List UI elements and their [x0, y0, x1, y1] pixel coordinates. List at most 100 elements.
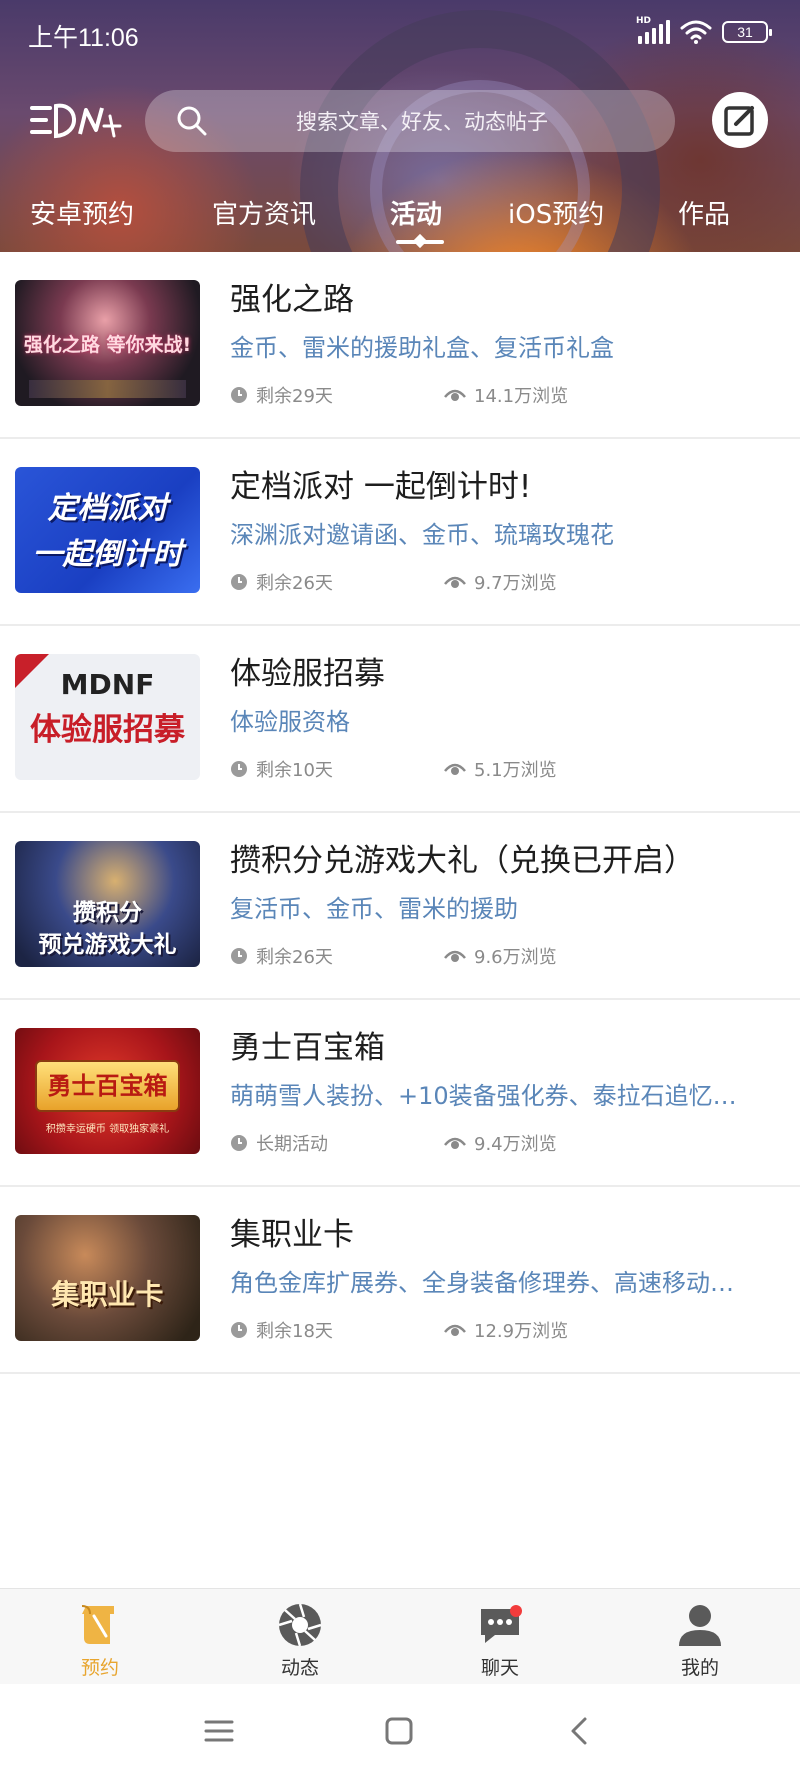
clock-icon — [231, 1135, 247, 1151]
tab-ios-reserve[interactable]: iOS预约 — [508, 194, 604, 231]
activity-rewards: 萌萌雪人装扮、+10装备强化券、泰拉石追忆… — [230, 1082, 737, 1110]
tab-activities[interactable]: 活动 — [390, 194, 442, 231]
clock-icon — [231, 574, 247, 590]
activity-list: 强化之路 等你来战! 强化之路 金币、雷米的援助礼盒、复活币礼盒 剩余29天 1… — [0, 252, 800, 1374]
activity-thumbnail: 强化之路 等你来战! — [15, 280, 200, 406]
activity-rewards: 深渊派对邀请函、金币、琉璃玫瑰花 — [230, 521, 614, 549]
eye-icon — [444, 950, 466, 962]
thumbnail-text: 勇士百宝箱 — [47, 1072, 168, 1100]
nav-label: 动态 — [280, 1657, 319, 1679]
activity-rewards: 角色金库扩展券、全身装备修理券、高速移动… — [230, 1269, 734, 1297]
search-bar[interactable]: 搜索文章、好友、动态帖子 — [145, 90, 675, 152]
eye-icon — [444, 1137, 466, 1149]
tab-works[interactable]: 作品 — [678, 194, 730, 231]
battery-icon: 31 — [722, 21, 772, 43]
activity-thumbnail: 定档派对 一起倒计时 — [15, 467, 200, 593]
activity-item[interactable]: 攒积分 预兑游戏大礼 攒积分兑游戏大礼（兑换已开启） 复活币、金币、雷米的援助 … — [0, 813, 800, 1000]
time-left-text: 剩余10天 — [256, 760, 333, 781]
edit-icon — [724, 106, 754, 136]
dnf-logo-icon[interactable] — [30, 96, 126, 144]
time-left: 剩余10天 — [230, 756, 333, 782]
activity-rewards: 复活币、金币、雷米的援助 — [230, 895, 518, 923]
compose-button[interactable] — [712, 92, 768, 148]
nav-feed[interactable]: 动态 — [240, 1599, 360, 1680]
eye-icon — [444, 1324, 466, 1336]
time-left: 长期活动 — [230, 1130, 328, 1156]
thumbnail-text: 定档派对 — [47, 491, 168, 526]
activity-title: 定档派对 一起倒计时! — [230, 469, 532, 505]
nav-reserve[interactable]: 预约 — [40, 1599, 160, 1680]
search-icon — [177, 106, 207, 136]
menu-button[interactable] — [196, 1708, 242, 1754]
activity-title: 攒积分兑游戏大礼（兑换已开启） — [230, 843, 695, 879]
activity-item[interactable]: 强化之路 等你来战! 强化之路 金币、雷米的援助礼盒、复活币礼盒 剩余29天 1… — [0, 252, 800, 439]
nav-chat[interactable]: 聊天 — [440, 1599, 560, 1680]
view-count-text: 12.9万浏览 — [474, 1321, 569, 1342]
status-icons: HD 31 — [636, 16, 772, 44]
thumbnail-text: 强化之路 等你来战! — [23, 334, 192, 356]
view-count-text: 5.1万浏览 — [474, 760, 557, 781]
nav-label: 聊天 — [480, 1657, 519, 1679]
view-count: 9.6万浏览 — [444, 943, 557, 969]
status-time: 上午11:06 — [28, 24, 139, 52]
view-count-text: 9.6万浏览 — [474, 947, 557, 968]
thumbnail-text: 预兑游戏大礼 — [38, 932, 177, 958]
signal-icon: HD — [636, 16, 670, 44]
view-count-text: 9.7万浏览 — [474, 573, 557, 594]
activity-thumbnail: 攒积分 预兑游戏大礼 — [15, 841, 200, 967]
view-count: 12.9万浏览 — [444, 1317, 568, 1343]
clock-icon — [231, 948, 247, 964]
home-button[interactable] — [376, 1708, 422, 1754]
time-left: 剩余18天 — [230, 1317, 333, 1343]
view-count: 9.4万浏览 — [444, 1130, 557, 1156]
eye-icon — [444, 576, 466, 588]
aperture-icon — [278, 1603, 322, 1647]
nav-profile[interactable]: 我的 — [640, 1599, 760, 1680]
thumbnail-text: 攒积分 — [73, 900, 142, 926]
home-icon — [385, 1717, 413, 1745]
time-left-text: 剩余29天 — [256, 386, 333, 407]
search-placeholder: 搜索文章、好友、动态帖子 — [296, 110, 548, 134]
back-icon — [571, 1717, 587, 1745]
eye-icon — [444, 763, 466, 775]
back-button[interactable] — [556, 1708, 602, 1754]
active-tab-indicator — [396, 240, 444, 244]
time-left-text: 剩余26天 — [256, 573, 333, 594]
bottom-nav: 预约 动态 聊天 我的 — [0, 1588, 800, 1684]
thumbnail-text: 体验服招募 — [30, 712, 185, 748]
wifi-icon — [680, 20, 712, 44]
activity-title: 集职业卡 — [230, 1217, 354, 1253]
time-left: 剩余26天 — [230, 943, 333, 969]
thumbnail-subtext: 积攒幸运硬币 领取独家豪礼 — [45, 1124, 170, 1135]
activity-rewards: 金币、雷米的援助礼盒、复活币礼盒 — [230, 334, 614, 362]
clock-icon — [231, 387, 247, 403]
clock-icon — [231, 761, 247, 777]
tab-official-news[interactable]: 官方资讯 — [212, 194, 316, 231]
nav-label: 我的 — [680, 1657, 719, 1679]
view-count: 5.1万浏览 — [444, 756, 557, 782]
activity-title: 勇士百宝箱 — [230, 1030, 385, 1066]
eye-icon — [444, 389, 466, 401]
activity-title: 强化之路 — [230, 282, 354, 318]
time-left-text: 剩余18天 — [256, 1321, 333, 1342]
thumbnail-text: 集职业卡 — [51, 1278, 164, 1311]
activity-item[interactable]: 集职业卡 集职业卡 角色金库扩展券、全身装备修理券、高速移动… 剩余18天 12… — [0, 1187, 800, 1374]
tab-android-reserve[interactable]: 安卓预约 — [30, 194, 134, 231]
system-nav-bar — [0, 1684, 800, 1778]
time-left-text: 剩余26天 — [256, 947, 333, 968]
view-count-text: 14.1万浏览 — [474, 386, 569, 407]
header-banner: 上午11:06 HD 31 搜索文章、好友、动态帖子 安卓预约 官方资讯 活动 … — [0, 0, 800, 252]
nav-label: 预约 — [80, 1657, 119, 1679]
thumbnail-text: 一起倒计时 — [32, 537, 183, 572]
activity-thumbnail: 集职业卡 — [15, 1215, 200, 1341]
view-count: 14.1万浏览 — [444, 382, 568, 408]
activity-item[interactable]: MDNF 体验服招募 体验服招募 体验服资格 剩余10天 5.1万浏览 — [0, 626, 800, 813]
view-count-text: 9.4万浏览 — [474, 1134, 557, 1155]
time-left: 剩余29天 — [230, 382, 333, 408]
activity-item[interactable]: 定档派对 一起倒计时 定档派对 一起倒计时! 深渊派对邀请函、金币、琉璃玫瑰花 … — [0, 439, 800, 626]
time-left: 剩余26天 — [230, 569, 333, 595]
activity-item[interactable]: 勇士百宝箱 积攒幸运硬币 领取独家豪礼 勇士百宝箱 萌萌雪人装扮、+10装备强化… — [0, 1000, 800, 1187]
activity-thumbnail: 勇士百宝箱 积攒幸运硬币 领取独家豪礼 — [15, 1028, 200, 1154]
person-icon — [679, 1605, 721, 1646]
activity-thumbnail: MDNF 体验服招募 — [15, 654, 200, 780]
